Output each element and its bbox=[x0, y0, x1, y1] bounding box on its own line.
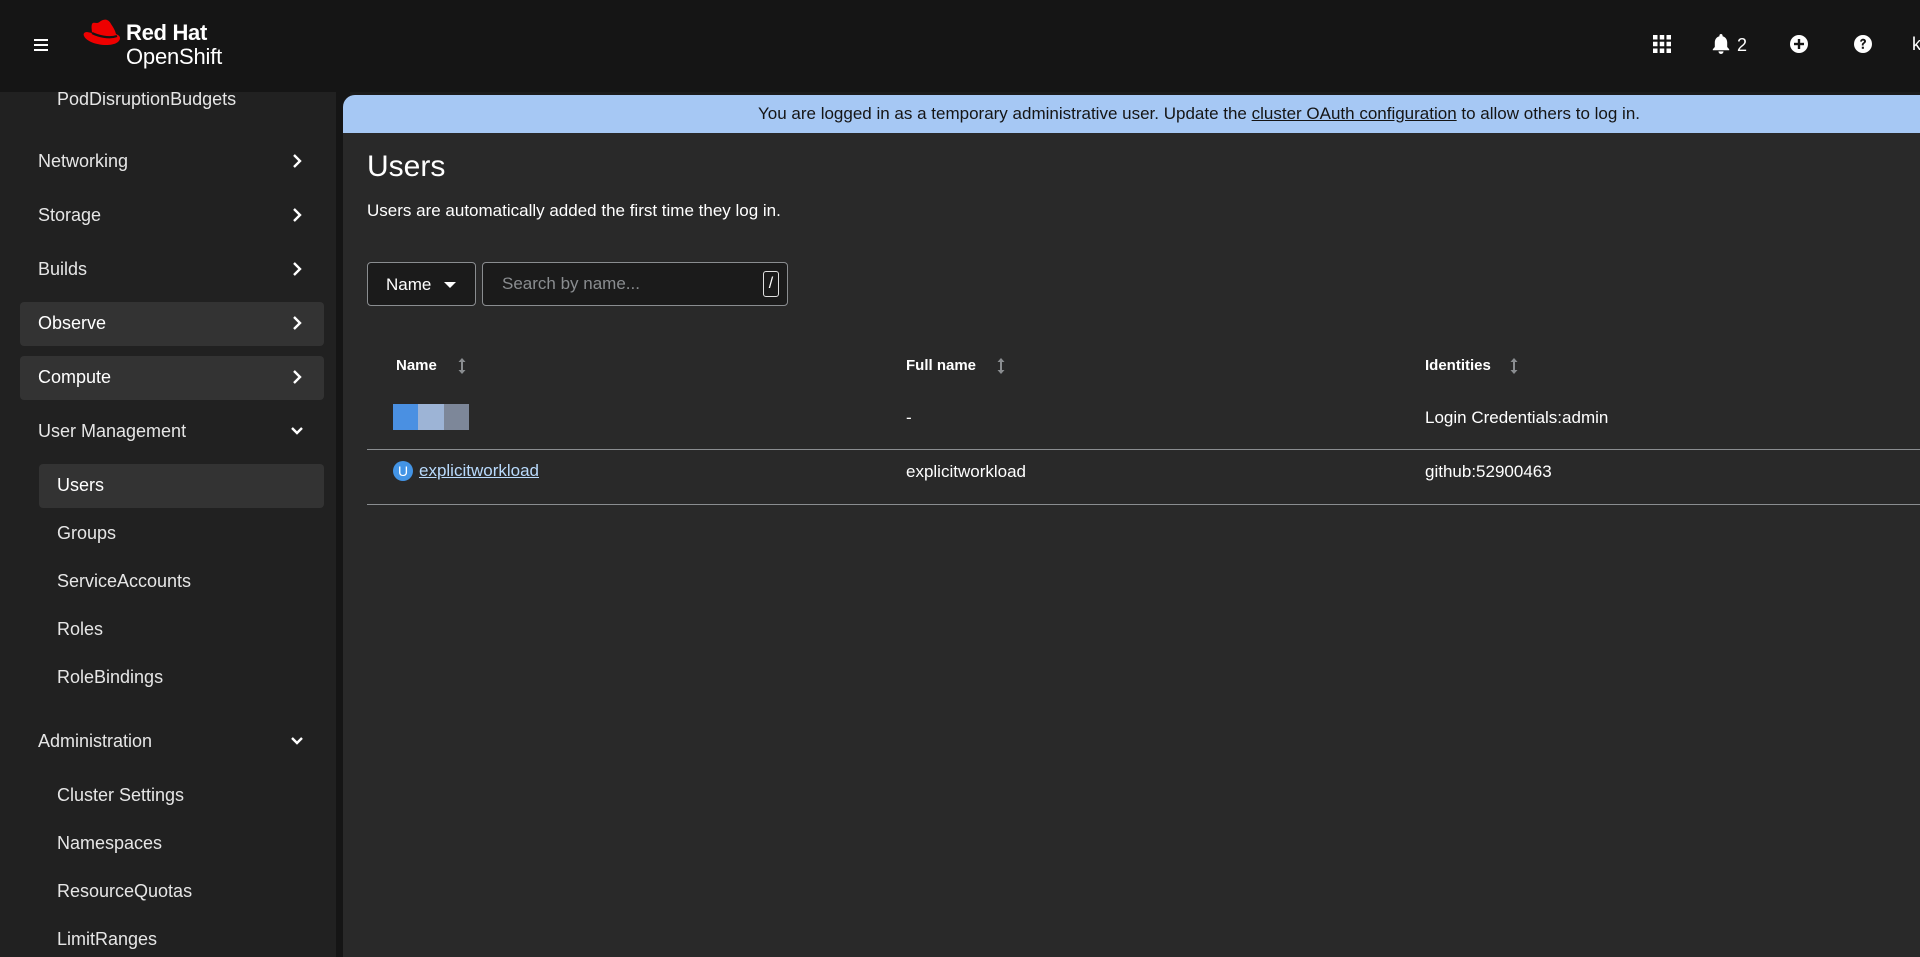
sidebar-section-networking[interactable]: Networking bbox=[20, 140, 324, 184]
table-cell-full-name: - bbox=[906, 408, 912, 427]
sidebar-item-label: Groups bbox=[57, 523, 117, 543]
notification-count[interactable]: 2 bbox=[1737, 35, 1747, 56]
sidebar-section-observe[interactable]: Observe bbox=[20, 302, 324, 346]
brand-line2: OpenShift bbox=[126, 44, 223, 69]
cluster-oauth-link[interactable]: cluster OAuth configuration bbox=[1252, 104, 1457, 123]
sidebar-section-label: Networking bbox=[38, 151, 129, 171]
sidebar-item-groups[interactable]: Groups bbox=[39, 512, 324, 556]
sidebar-section-storage[interactable]: Storage bbox=[20, 194, 324, 238]
redacted-username bbox=[393, 404, 469, 430]
caret-down-icon bbox=[444, 282, 456, 288]
table-cell-full-name: explicitworkload bbox=[906, 462, 1026, 481]
masthead: Red Hat OpenShift 2 k bbox=[0, 0, 1920, 92]
sidebar-item-label: Users bbox=[57, 475, 105, 495]
sidebar-item-label: Namespaces bbox=[57, 833, 163, 853]
sidebar-section-label: Compute bbox=[38, 367, 112, 387]
search-field: / bbox=[482, 262, 788, 306]
sidebar-item-rolebindings[interactable]: RoleBindings bbox=[39, 656, 324, 700]
brand-line1: Red Hat bbox=[126, 20, 208, 45]
row-divider bbox=[367, 504, 1920, 505]
sidebar-item-label: Roles bbox=[57, 619, 104, 639]
sidebar-section-label: User Management bbox=[38, 421, 187, 441]
keyboard-shortcut-hint: / bbox=[763, 271, 779, 297]
row-divider bbox=[367, 449, 1920, 450]
menu-icon[interactable] bbox=[30, 36, 52, 56]
filter-type-dropdown[interactable]: Name bbox=[367, 262, 476, 306]
sidebar-item-label: LimitRanges bbox=[57, 929, 158, 949]
column-header-identities[interactable]: Identities bbox=[1425, 357, 1491, 374]
plus-circle-icon[interactable] bbox=[1787, 32, 1811, 56]
chevron-down-icon bbox=[291, 737, 303, 745]
banner-text: You are logged in as a temporary adminis… bbox=[343, 104, 1920, 124]
temporary-admin-banner: You are logged in as a temporary adminis… bbox=[343, 95, 1920, 133]
sidebar-item-roles[interactable]: Roles bbox=[39, 608, 324, 652]
chevron-down-icon bbox=[291, 427, 303, 435]
banner-suffix: to allow others to log in. bbox=[1456, 104, 1640, 123]
column-header-full-name[interactable]: Full name bbox=[906, 357, 976, 374]
sidebar-item-namespaces[interactable]: Namespaces bbox=[39, 822, 324, 866]
table-cell-identities: github:52900463 bbox=[1425, 462, 1552, 481]
sort-icon[interactable] bbox=[996, 357, 1006, 375]
sidebar: PodDisruptionBudgets Networking Storage … bbox=[0, 92, 340, 957]
sort-icon[interactable] bbox=[1509, 357, 1519, 375]
red-hat-icon bbox=[83, 19, 120, 45]
sidebar-item-serviceaccounts[interactable]: ServiceAccounts bbox=[39, 560, 324, 604]
sidebar-section-label: Observe bbox=[38, 313, 107, 333]
sidebar-item-poddisruptionbudgets[interactable]: PodDisruptionBudgets bbox=[57, 92, 236, 110]
sidebar-item-cluster-settings[interactable]: Cluster Settings bbox=[39, 774, 324, 818]
sidebar-section-label: Administration bbox=[38, 731, 153, 751]
table-cell-identities: Login Credentials:admin bbox=[1425, 408, 1609, 427]
sidebar-section-user-management[interactable]: User Management bbox=[20, 410, 324, 454]
sidebar-item-label: RoleBindings bbox=[57, 667, 164, 687]
chevron-right-icon bbox=[293, 262, 302, 276]
sidebar-item-resourcequotas[interactable]: ResourceQuotas bbox=[39, 870, 324, 914]
filter-type-label: Name bbox=[386, 275, 432, 294]
sidebar-item-limitranges[interactable]: LimitRanges bbox=[39, 918, 324, 957]
sidebar-section-label: Builds bbox=[38, 259, 88, 279]
sort-icon[interactable] bbox=[457, 357, 467, 375]
question-circle-icon[interactable] bbox=[1851, 32, 1875, 56]
user-link[interactable]: explicitworkload bbox=[419, 461, 539, 481]
chevron-right-icon bbox=[293, 370, 302, 384]
sidebar-item-label: ServiceAccounts bbox=[57, 571, 192, 591]
sidebar-section-label: Storage bbox=[38, 205, 102, 225]
sidebar-section-builds[interactable]: Builds bbox=[20, 248, 324, 292]
brand-logo[interactable]: Red Hat OpenShift bbox=[82, 18, 242, 69]
sidebar-item-users[interactable]: Users bbox=[39, 464, 324, 508]
column-header-name[interactable]: Name bbox=[396, 357, 437, 374]
bell-icon[interactable] bbox=[1709, 32, 1733, 56]
user-menu[interactable]: k bbox=[1912, 34, 1920, 55]
sidebar-section-compute[interactable]: Compute bbox=[20, 356, 324, 400]
chevron-right-icon bbox=[293, 208, 302, 222]
chevron-right-icon bbox=[293, 154, 302, 168]
banner-prefix: You are logged in as a temporary adminis… bbox=[758, 104, 1252, 123]
sidebar-section-administration[interactable]: Administration bbox=[20, 720, 324, 764]
sidebar-item-label: Cluster Settings bbox=[57, 785, 185, 805]
page-title: Users bbox=[367, 150, 446, 183]
main-content: You are logged in as a temporary adminis… bbox=[343, 95, 1920, 957]
chevron-right-icon bbox=[293, 316, 302, 330]
grid-icon[interactable] bbox=[1650, 32, 1674, 56]
page-description: Users are automatically added the first … bbox=[367, 201, 781, 220]
search-input[interactable] bbox=[484, 264, 744, 304]
user-badge-icon: U bbox=[393, 461, 413, 481]
sidebar-item-label: ResourceQuotas bbox=[57, 881, 193, 901]
